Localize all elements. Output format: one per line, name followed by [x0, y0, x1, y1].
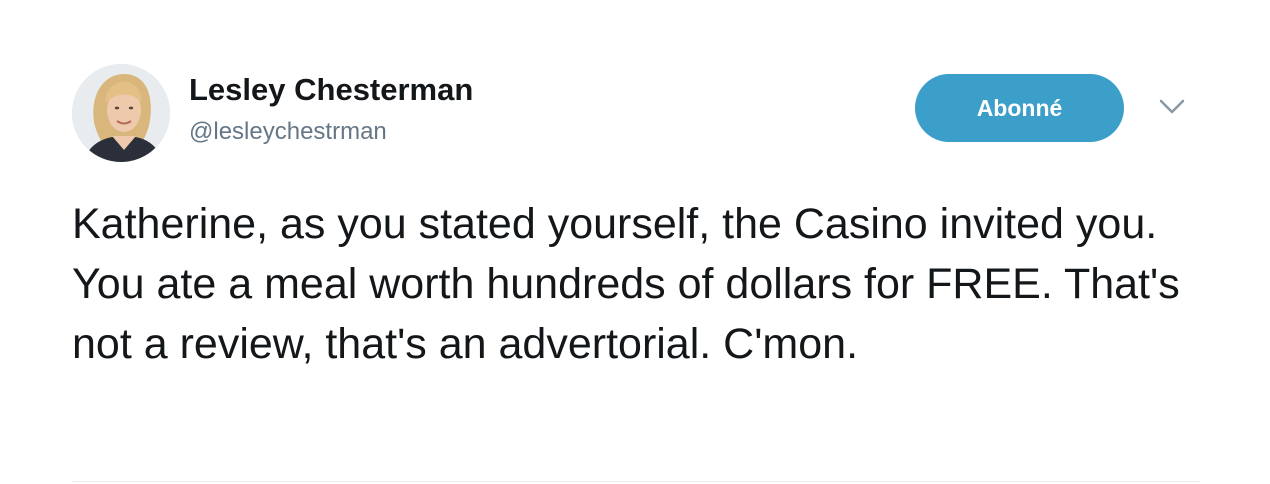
following-button-label: Abonné — [976, 94, 1063, 121]
divider — [72, 481, 1200, 482]
chevron-down-icon[interactable] — [1158, 96, 1186, 118]
author-display-name[interactable]: Lesley Chesterman — [189, 72, 473, 108]
avatar-photo-icon — [72, 64, 170, 162]
tweet-card: Lesley Chesterman @lesleychestrman Abonn… — [0, 0, 1270, 484]
author-handle[interactable]: @lesleychestrman — [189, 118, 387, 146]
following-button[interactable]: Abonné — [915, 74, 1124, 142]
avatar[interactable] — [72, 64, 170, 162]
tweet-text: Katherine, as you stated yourself, the C… — [72, 200, 1180, 368]
